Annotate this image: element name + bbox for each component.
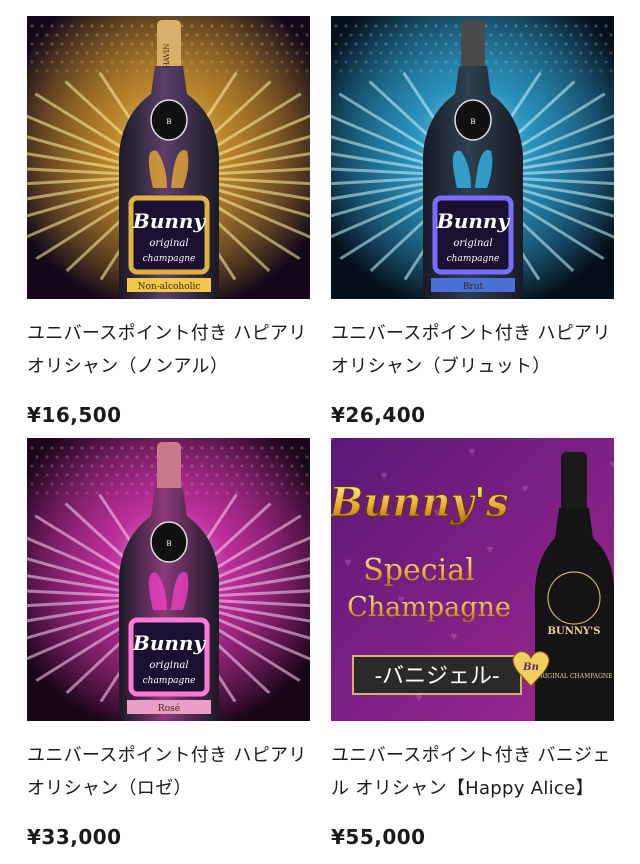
svg-text:Bunny: Bunny (132, 209, 207, 233)
product-image[interactable]: B HAVIN Bunny original champagne Non-alcoholi… (27, 16, 310, 299)
product-card[interactable]: B HAVIN Bunny original champagne Non-alcoholi… (27, 16, 310, 427)
product-price: ¥33,000 (27, 825, 122, 849)
svg-text:B: B (166, 540, 171, 548)
product-card[interactable]: Bunny's Special Champagne -バニジェル- BUNNY'S ORI… (331, 438, 614, 849)
svg-text:Rosé: Rosé (158, 703, 180, 714)
svg-text:original: original (149, 660, 188, 671)
product-title[interactable]: ユニバースポイント付き ハピアリオリシャン（ロゼ） (27, 739, 310, 805)
svg-text:Non-alcoholic: Non-alcoholic (138, 282, 201, 292)
product-price: ¥26,400 (331, 403, 426, 427)
svg-text:champagne: champagne (143, 254, 196, 264)
product-artwork: B Bunny original champagne Rosé (27, 438, 310, 721)
product-artwork: Bunny's Special Champagne -バニジェル- BUNNY'S ORI… (331, 438, 614, 721)
banner-line2: Champagne (347, 592, 511, 623)
svg-text:Bunny: Bunny (132, 631, 207, 655)
product-card[interactable]: B Bunny original champagne Brut ユニバースポイント付き … (331, 16, 614, 427)
product-title[interactable]: ユニバースポイント付き バニジェル オリシャン【Happy Alice】 (331, 739, 614, 805)
svg-text:HAVIN: HAVIN (163, 44, 171, 69)
svg-text:champagne: champagne (143, 676, 196, 686)
product-title[interactable]: ユニバースポイント付き ハピアリオリシャン（ノンアル） (27, 317, 310, 383)
product-price: ¥16,500 (27, 403, 122, 427)
svg-text:champagne: champagne (447, 254, 500, 264)
product-title[interactable]: ユニバースポイント付き ハピアリオリシャン（ブリュット） (331, 317, 614, 383)
banner-ribbon: -バニジェル- (375, 664, 500, 689)
product-artwork: B Bunny original champagne Brut (331, 16, 614, 299)
svg-text:BUNNY'S: BUNNY'S (548, 626, 601, 637)
svg-text:Bn: Bn (522, 662, 539, 673)
svg-text:B: B (470, 118, 475, 126)
product-price: ¥55,000 (331, 825, 426, 849)
product-card[interactable]: B Bunny original champagne Rosé ユニバースポイント付き … (27, 438, 310, 849)
product-image[interactable]: B Bunny original champagne Rosé (27, 438, 310, 721)
product-image[interactable]: Bunny's Special Champagne -バニジェル- BUNNY'S ORI… (331, 438, 614, 721)
product-artwork: B HAVIN Bunny original champagne Non-alcoholi… (27, 16, 310, 299)
banner-headline: Bunny's (331, 479, 509, 526)
svg-text:B: B (166, 118, 171, 126)
svg-text:original: original (149, 238, 188, 249)
product-grid: B HAVIN Bunny original champagne Non-alcoholi… (0, 0, 640, 864)
banner-line1: Special (363, 553, 474, 588)
svg-text:Bunny: Bunny (436, 209, 511, 233)
svg-text:ORIGINAL CHAMPAGNE: ORIGINAL CHAMPAGNE (536, 673, 613, 680)
product-image[interactable]: B Bunny original champagne Brut (331, 16, 614, 299)
svg-text:original: original (453, 238, 492, 249)
svg-text:Brut: Brut (463, 282, 484, 292)
